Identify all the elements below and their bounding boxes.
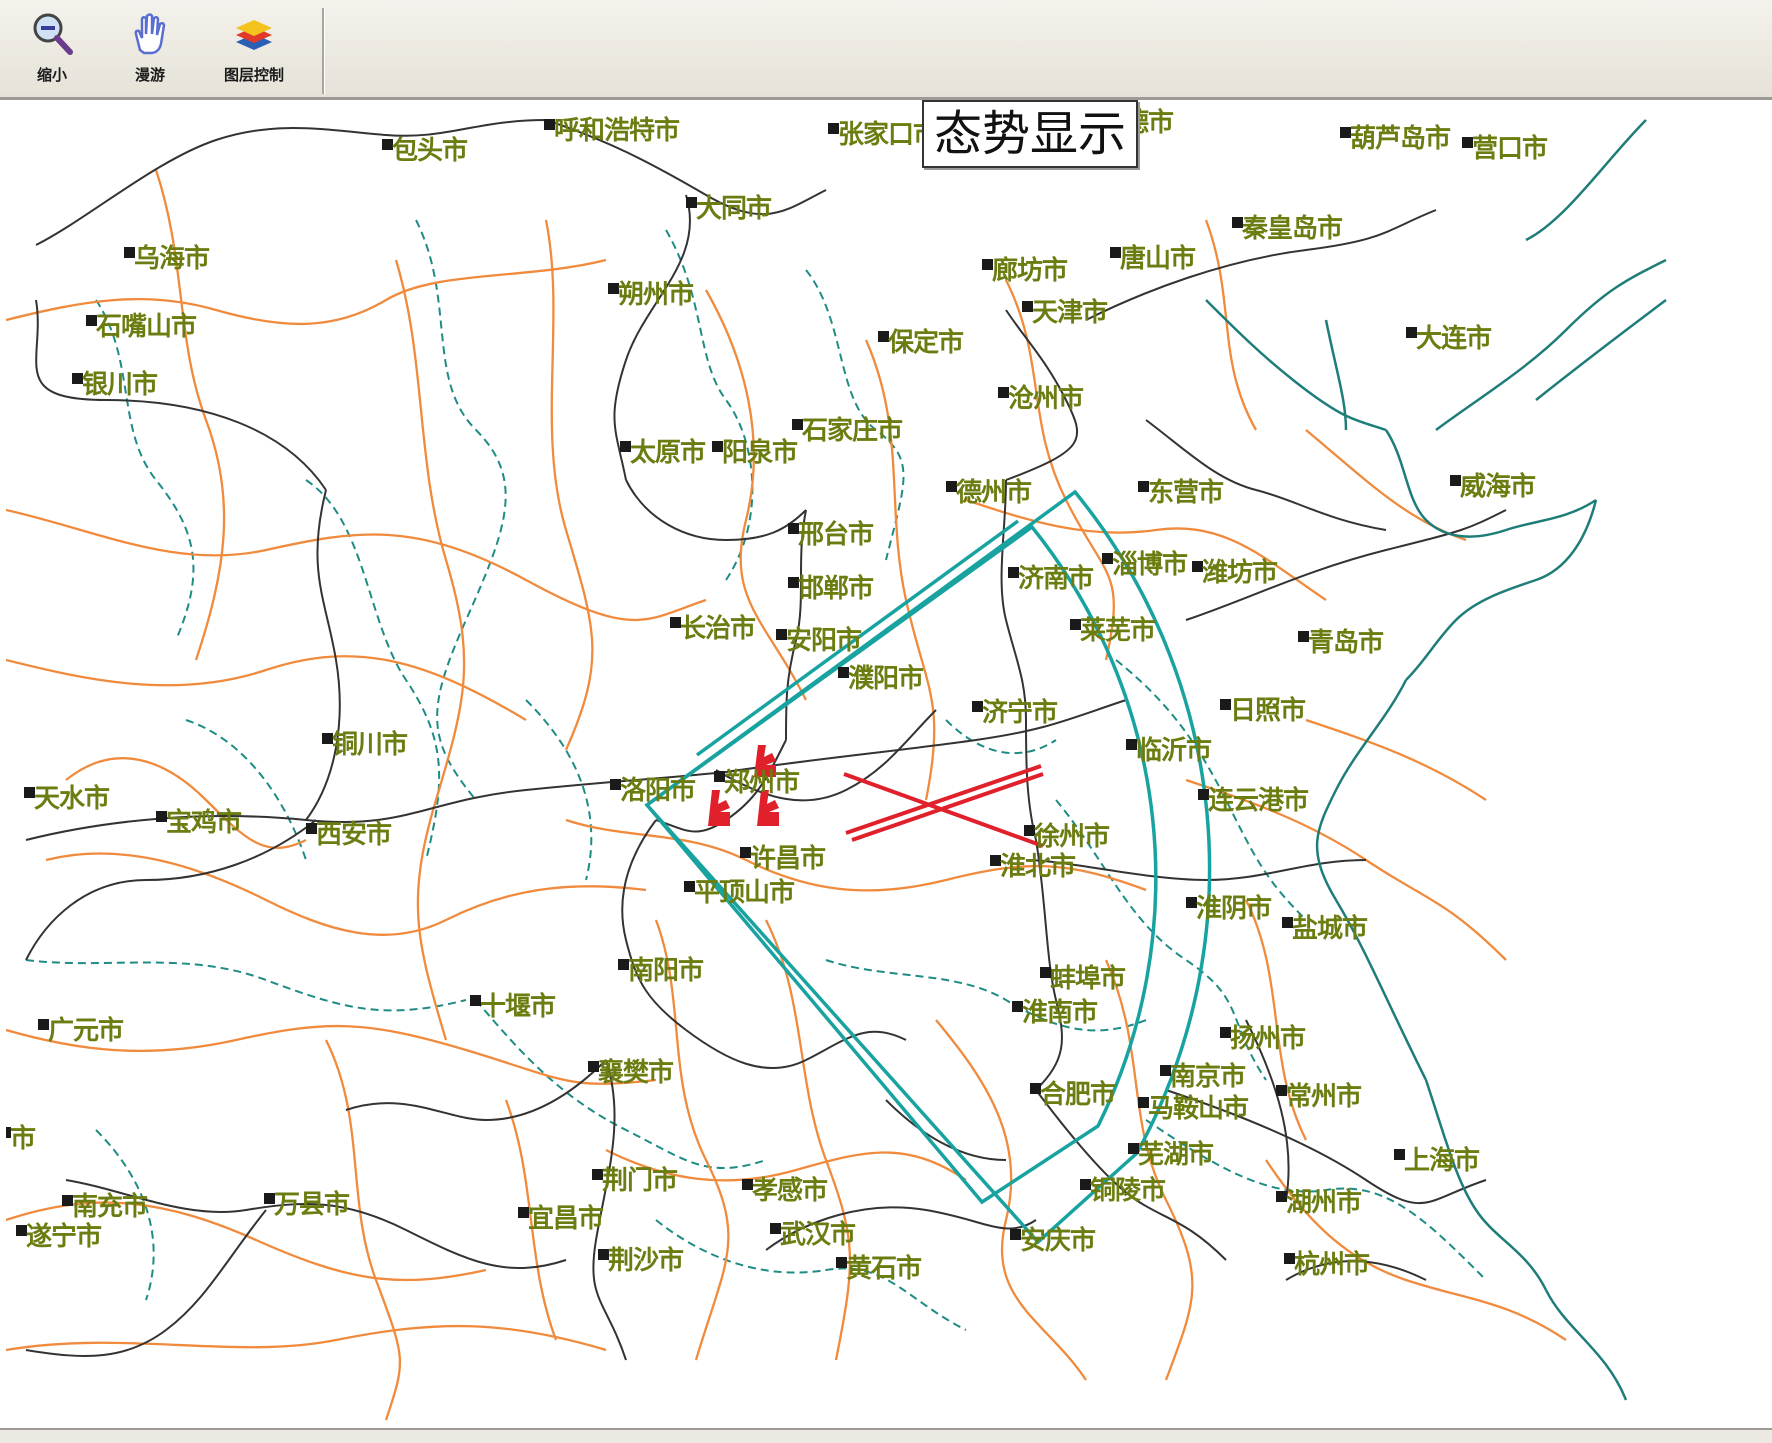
zoom-out-button[interactable]: 缩小: [2, 10, 102, 94]
city-name: 市: [10, 1124, 36, 1154]
city-name: 德州市: [956, 478, 1032, 508]
city-name: 乌海市: [134, 244, 210, 274]
city-name: 芜湖市: [1138, 1140, 1214, 1170]
toolbar-separator: [322, 8, 325, 94]
city-name: 襄樊市: [598, 1058, 674, 1088]
city-name: 威海市: [1460, 472, 1536, 502]
city-name: 郑州市: [724, 768, 800, 798]
city-name: 平顶山市: [694, 878, 795, 908]
city-name: 连云港市: [1208, 786, 1309, 816]
city-name: 上海市: [1404, 1146, 1480, 1176]
city-name: 常州市: [1286, 1082, 1362, 1112]
city-name: 包头市: [392, 136, 468, 166]
detection-sectors: [644, 489, 1212, 1245]
city-name: 遂宁市: [26, 1222, 102, 1252]
city-name: 宝鸡市: [166, 808, 242, 838]
city-name: 阳泉市: [722, 438, 798, 468]
city-name: 荆门市: [602, 1166, 678, 1196]
city-name: 石嘴山市: [96, 312, 197, 342]
city-name: 扬州市: [1230, 1024, 1306, 1054]
city-name: 潍坊市: [1202, 558, 1278, 588]
coastline: [1205, 119, 1667, 1401]
city-name: 蚌埠市: [1050, 964, 1126, 994]
city-name: 邢台市: [798, 520, 874, 550]
city-name: 唐山市: [1120, 244, 1196, 274]
city-name: 万县市: [274, 1190, 350, 1220]
city-name: 湖州市: [1286, 1188, 1362, 1218]
city-name: 濮阳市: [848, 664, 924, 694]
city-name: 临沂市: [1136, 736, 1212, 766]
city-name: 营口市: [1472, 134, 1548, 164]
city-name: 西安市: [316, 820, 392, 850]
city-name: 廊坊市: [992, 256, 1068, 286]
city-name: 邯郸市: [798, 574, 874, 604]
city-name: 大同市: [696, 194, 772, 224]
city-name: 马鞍山市: [1148, 1094, 1249, 1124]
city-name: 铜陵市: [1090, 1176, 1166, 1206]
layers-icon: [236, 20, 272, 50]
city-name: 十堰市: [480, 992, 556, 1022]
city-name: 青岛市: [1308, 628, 1384, 658]
city-name: 许昌市: [750, 844, 826, 874]
city-name: 济宁市: [982, 698, 1058, 728]
city-name: 沧州市: [1008, 384, 1084, 414]
city-name: 银川市: [82, 370, 158, 400]
city-name: 武汉市: [780, 1220, 856, 1250]
map-canvas[interactable]: 包头市呼和浩特市张家口市承德市葫芦岛市营口市大同市秦皇岛市乌海市廊坊市唐山市朔州…: [6, 100, 1768, 1428]
city-name: 保定市: [888, 328, 964, 358]
city-name: 大连市: [1416, 324, 1492, 354]
city-name: 合肥市: [1040, 1080, 1116, 1110]
city-name: 葫芦岛市: [1350, 124, 1451, 154]
city-name: 长治市: [680, 614, 756, 644]
city-name: 秦皇岛市: [1242, 214, 1343, 244]
toolbar: 缩小 漫游 图层控制: [0, 0, 1772, 100]
pan-button[interactable]: 漫游: [100, 10, 200, 94]
situation-title: 态势显示: [922, 100, 1139, 168]
pan-label: 漫游: [134, 66, 165, 84]
city-name: 黄石市: [846, 1254, 922, 1284]
city-name: 淮南市: [1022, 998, 1098, 1028]
city-name: 石家庄市: [802, 416, 903, 446]
city-name: 东营市: [1148, 478, 1224, 508]
city-name: 广元市: [48, 1016, 124, 1046]
city-name: 济南市: [1018, 564, 1094, 594]
city-name: 朔州市: [618, 280, 694, 310]
city-name: 杭州市: [1294, 1250, 1370, 1280]
city-name: 淄博市: [1112, 550, 1188, 580]
layer-control-label: 图层控制: [223, 66, 284, 84]
city-name: 安阳市: [786, 626, 862, 656]
layer-control-button[interactable]: 图层控制: [204, 10, 304, 94]
city-name: 淮阴市: [1196, 894, 1272, 924]
city-name: 莱芜市: [1080, 616, 1156, 646]
city-name: 日照市: [1230, 696, 1306, 726]
city-name: 淮北市: [1000, 852, 1076, 882]
city-name: 洛阳市: [620, 776, 696, 806]
map-layers: [6, 119, 1667, 1421]
city-name: 天津市: [1032, 298, 1108, 328]
city-name: 南阳市: [628, 956, 704, 986]
city-name: 呼和浩特市: [554, 116, 680, 146]
zoom-out-label: 缩小: [36, 66, 67, 84]
city-name: 安庆市: [1020, 1226, 1096, 1256]
city-name: 铜川市: [332, 730, 408, 760]
zoom-out-icon: [33, 13, 73, 55]
city-name: 太原市: [630, 438, 706, 468]
city-name: 宜昌市: [528, 1204, 604, 1234]
intercept-lines: [843, 764, 1044, 848]
hand-pan-icon: [134, 13, 166, 55]
city-name: 天水市: [34, 784, 110, 814]
city-name: 孝感市: [752, 1176, 828, 1206]
city-name: 荆沙市: [608, 1246, 684, 1276]
city-name: 盐城市: [1292, 914, 1368, 944]
